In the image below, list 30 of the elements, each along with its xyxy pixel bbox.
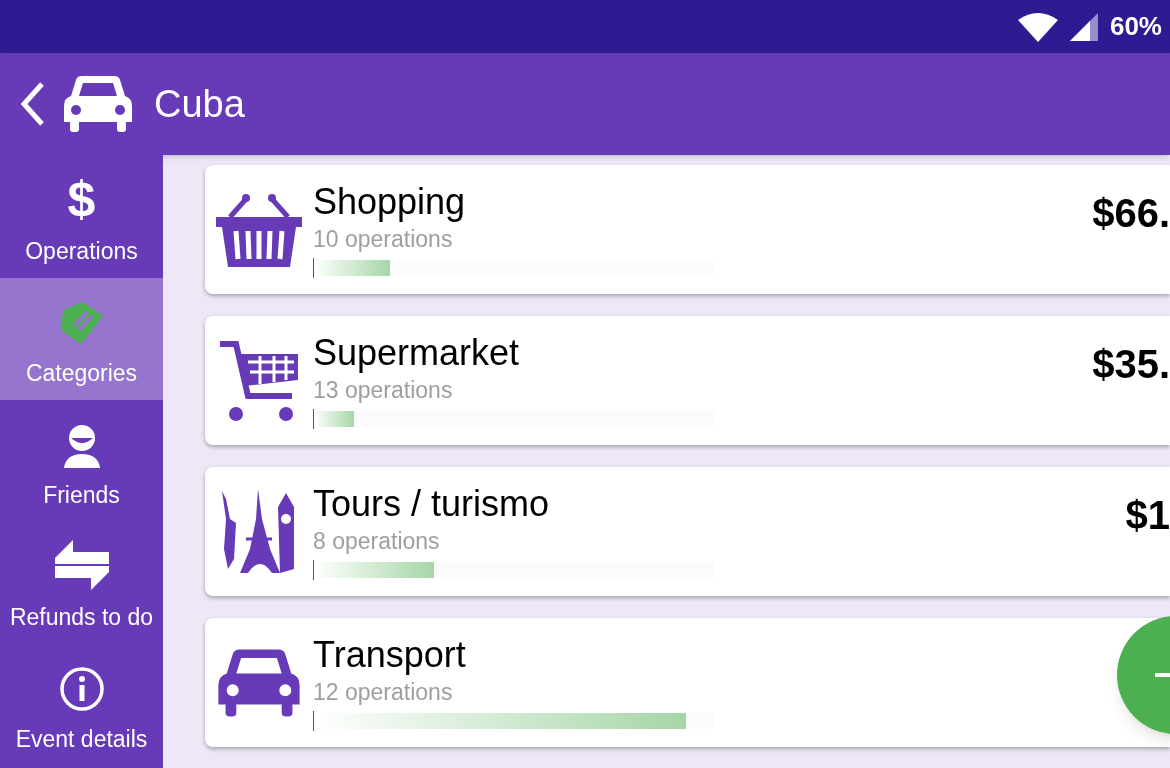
dollar-icon: $ (67, 173, 96, 224)
basket-icon (216, 192, 302, 267)
info-icon (58, 665, 105, 712)
operations-count: 10 operations (313, 225, 454, 254)
shopping-cart-icon (218, 339, 300, 422)
signal-icon (1069, 12, 1098, 41)
sidebar-item[interactable]: Categories (0, 278, 163, 400)
category-amount: $35. (1092, 341, 1170, 388)
category-card[interactable]: Tours / turismo 8 operations $1 (205, 467, 1170, 596)
category-card[interactable]: Supermarket 13 operations $35. (205, 316, 1170, 445)
operations-count: 8 operations (313, 527, 441, 556)
category-name: Transport (313, 634, 467, 676)
category-name: Supermarket (313, 332, 521, 374)
person-icon (61, 423, 102, 468)
category-name: Shopping (313, 181, 467, 223)
swap-arrows-icon (54, 539, 109, 590)
wifi-icon (1017, 11, 1058, 42)
plus-icon (1155, 673, 1170, 677)
back-icon (20, 82, 46, 126)
car-icon (62, 74, 134, 134)
category-card[interactable]: Transport 12 operations (205, 618, 1170, 747)
category-name: Tours / turismo (313, 483, 551, 525)
battery-percentage: 60% (1109, 10, 1162, 43)
tag-icon (58, 299, 105, 346)
category-amount: $1 (1125, 492, 1170, 539)
operations-count: 12 operations (313, 678, 454, 707)
operations-count: 13 operations (313, 376, 454, 405)
screen-title: Cuba (154, 81, 245, 127)
category-amount: $66. (1092, 190, 1170, 237)
category-card[interactable]: Shopping 10 operations $66. (205, 165, 1170, 294)
